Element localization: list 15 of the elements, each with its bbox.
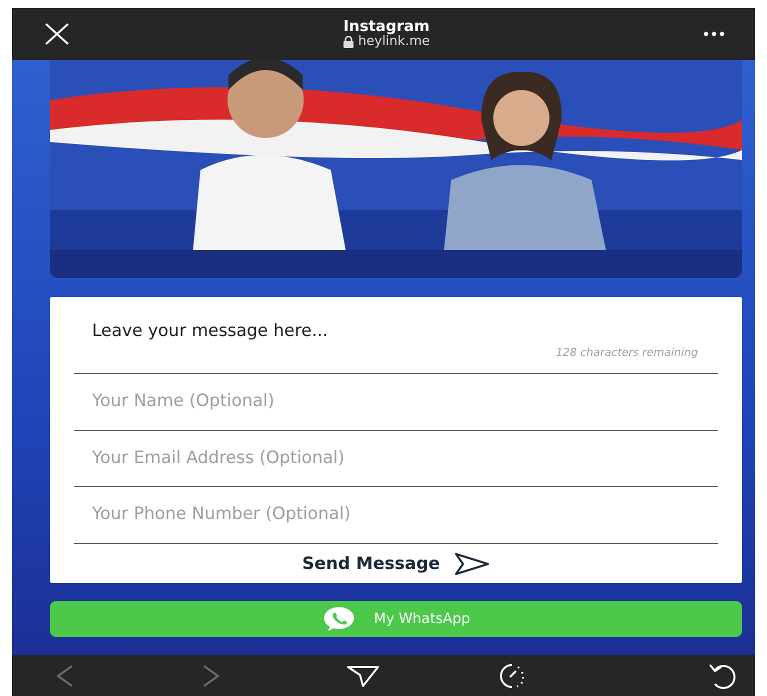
close-icon xyxy=(44,23,70,45)
more-icon xyxy=(703,31,725,37)
page-url: heylink.me xyxy=(358,34,430,50)
lock-icon xyxy=(343,36,354,48)
more-button[interactable] xyxy=(701,29,727,39)
send-icon xyxy=(454,552,490,576)
send-message-button[interactable]: Send Message xyxy=(302,552,490,577)
input-field[interactable]: Your Phone Number (Optional) xyxy=(74,487,718,544)
input-field[interactable]: Your Name (Optional) xyxy=(74,374,718,430)
whatsapp-icon xyxy=(322,606,356,632)
page-title: Instagram xyxy=(343,18,430,34)
send-icon xyxy=(346,664,380,688)
message-field[interactable]: Leave your message here... xyxy=(74,319,718,344)
character-counter: 128 characters remaining xyxy=(554,344,698,360)
input-field[interactable]: Your Email Address (Optional) xyxy=(74,430,718,487)
